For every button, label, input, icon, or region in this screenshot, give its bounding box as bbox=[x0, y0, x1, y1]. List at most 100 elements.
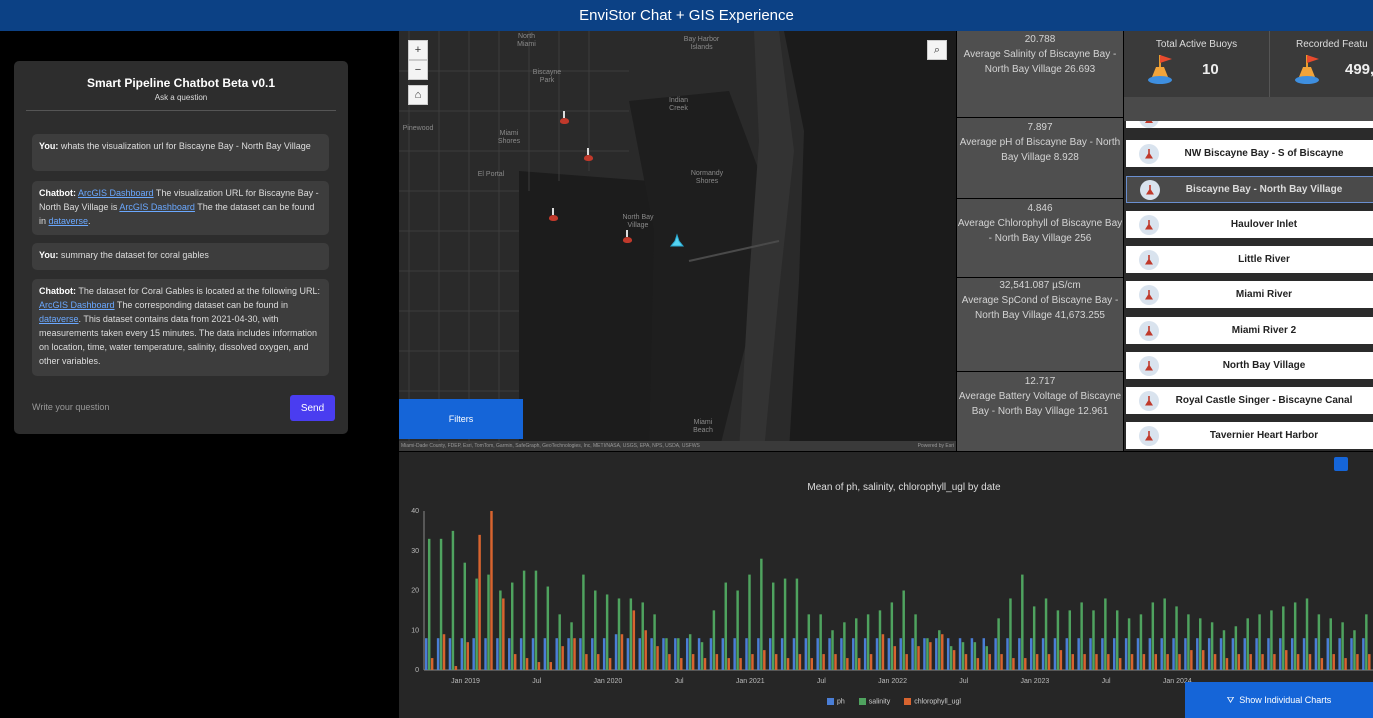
zoom-in-button[interactable]: + bbox=[408, 40, 428, 60]
ph-bar[interactable] bbox=[1243, 638, 1246, 670]
chlorophyll-bar[interactable] bbox=[1273, 654, 1276, 670]
chlorophyll-bar[interactable] bbox=[549, 662, 553, 670]
ph-bar[interactable] bbox=[626, 638, 630, 670]
chlorophyll-bar[interactable] bbox=[513, 654, 517, 670]
chlorophyll-bar[interactable] bbox=[1249, 654, 1252, 670]
ph-bar[interactable] bbox=[1172, 638, 1175, 670]
ph-bar[interactable] bbox=[1018, 638, 1021, 670]
legend-item-chlorophyll[interactable]: chlorophyll_ugl bbox=[904, 698, 961, 705]
chlorophyll-bar[interactable] bbox=[1083, 654, 1086, 670]
chlorophyll-bar[interactable] bbox=[1012, 658, 1015, 670]
selected-buoy-icon[interactable] bbox=[669, 233, 685, 249]
chlorophyll-bar[interactable] bbox=[656, 646, 659, 670]
salinity-bar[interactable] bbox=[1246, 618, 1249, 670]
salinity-bar[interactable] bbox=[522, 570, 526, 670]
ph-bar[interactable] bbox=[757, 638, 760, 670]
chlorophyll-bar[interactable] bbox=[1237, 654, 1241, 670]
send-button[interactable]: Send bbox=[290, 395, 335, 421]
salinity-bar[interactable] bbox=[451, 530, 455, 670]
chlorophyll-bar[interactable] bbox=[739, 658, 742, 670]
chlorophyll-bar[interactable] bbox=[703, 658, 707, 670]
chlorophyll-bar[interactable] bbox=[1118, 658, 1122, 670]
salinity-bar[interactable] bbox=[641, 602, 644, 670]
show-individual-charts-button[interactable]: ⛛ Show Individual Charts bbox=[1185, 682, 1373, 718]
salinity-bar[interactable] bbox=[1151, 602, 1155, 670]
chlorophyll-bar[interactable] bbox=[597, 654, 600, 670]
salinity-bar[interactable] bbox=[1282, 606, 1285, 670]
ph-bar[interactable] bbox=[650, 638, 653, 670]
ph-bar[interactable] bbox=[1219, 638, 1223, 670]
chlorophyll-bar[interactable] bbox=[608, 658, 612, 670]
home-icon[interactable]: ⌂ bbox=[408, 85, 428, 105]
ph-bar[interactable] bbox=[1041, 638, 1045, 670]
ph-bar[interactable] bbox=[531, 638, 535, 670]
ph-bar[interactable] bbox=[555, 638, 558, 670]
salinity-bar[interactable] bbox=[712, 610, 716, 670]
salinity-bar[interactable] bbox=[748, 574, 751, 670]
buoy-marker[interactable] bbox=[549, 208, 558, 221]
buoy-marker[interactable] bbox=[623, 230, 632, 243]
salinity-bar[interactable] bbox=[1258, 614, 1261, 670]
chlorophyll-bar[interactable] bbox=[537, 662, 541, 670]
chlorophyll-bar[interactable] bbox=[1332, 654, 1335, 670]
buoy-marker[interactable] bbox=[560, 111, 569, 124]
ph-bar[interactable] bbox=[721, 638, 725, 670]
salinity-bar[interactable] bbox=[771, 582, 775, 670]
ph-bar[interactable] bbox=[1006, 638, 1009, 670]
salinity-bar[interactable] bbox=[570, 622, 573, 670]
ph-bar[interactable] bbox=[448, 638, 452, 670]
station-list-item-selected[interactable]: Biscayne Bay - North Bay Village bbox=[1126, 176, 1373, 203]
search-icon[interactable]: ⌕ bbox=[927, 40, 947, 60]
salinity-bar[interactable] bbox=[949, 646, 953, 670]
ph-bar[interactable] bbox=[1326, 638, 1330, 670]
salinity-bar[interactable] bbox=[866, 614, 870, 670]
station-list-item[interactable]: Haulover Inlet bbox=[1126, 211, 1373, 238]
chlorophyll-bar[interactable] bbox=[822, 654, 825, 670]
ph-bar[interactable] bbox=[1302, 638, 1306, 670]
salinity-bar[interactable] bbox=[855, 618, 858, 670]
chlorophyll-bar[interactable] bbox=[1178, 654, 1181, 670]
ph-bar[interactable] bbox=[1314, 638, 1318, 670]
ph-bar[interactable] bbox=[460, 638, 464, 670]
ph-bar[interactable] bbox=[614, 634, 618, 670]
chlorophyll-bar[interactable] bbox=[905, 654, 908, 670]
arcgis-dashboard-link[interactable]: ArcGIS Dashboard bbox=[78, 188, 154, 198]
salinity-bar[interactable] bbox=[1139, 614, 1143, 670]
salinity-bar[interactable] bbox=[594, 590, 597, 671]
salinity-bar[interactable] bbox=[1187, 614, 1190, 670]
station-list-item[interactable]: Miami River bbox=[1126, 281, 1373, 308]
chlorophyll-bar[interactable] bbox=[988, 654, 991, 670]
salinity-bar[interactable] bbox=[926, 638, 929, 670]
station-list-item[interactable] bbox=[1126, 121, 1373, 128]
salinity-bar[interactable] bbox=[807, 614, 811, 670]
chlorophyll-bar[interactable] bbox=[1047, 654, 1051, 670]
chlorophyll-bar[interactable] bbox=[1190, 650, 1193, 670]
chlorophyll-bar[interactable] bbox=[1071, 654, 1074, 670]
chlorophyll-bar[interactable] bbox=[1368, 654, 1371, 670]
ph-bar[interactable] bbox=[982, 638, 986, 670]
chlorophyll-bar[interactable] bbox=[798, 654, 802, 670]
ph-bar[interactable] bbox=[875, 638, 879, 670]
chlorophyll-bar[interactable] bbox=[1344, 658, 1347, 670]
ph-bar[interactable] bbox=[1184, 638, 1187, 670]
chlorophyll-bar[interactable] bbox=[917, 646, 920, 670]
ph-bar[interactable] bbox=[709, 638, 713, 670]
chlorophyll-bar[interactable] bbox=[442, 634, 446, 670]
chlorophyll-bar[interactable] bbox=[846, 658, 849, 670]
chlorophyll-bar[interactable] bbox=[1154, 654, 1158, 670]
ph-bar[interactable] bbox=[1196, 638, 1199, 670]
chlorophyll-bar[interactable] bbox=[1095, 654, 1098, 670]
salinity-bar[interactable] bbox=[653, 614, 656, 670]
chlorophyll-bar[interactable] bbox=[1000, 654, 1003, 670]
salinity-bar[interactable] bbox=[1068, 610, 1072, 670]
chlorophyll-bar[interactable] bbox=[869, 654, 873, 670]
salinity-bar[interactable] bbox=[665, 638, 668, 670]
chlorophyll-bar[interactable] bbox=[454, 666, 458, 670]
ph-bar[interactable] bbox=[602, 638, 606, 670]
arcgis-dashboard-link[interactable]: ArcGIS Dashboard bbox=[39, 300, 115, 310]
ph-bar[interactable] bbox=[780, 638, 784, 670]
ph-bar[interactable] bbox=[1124, 638, 1128, 670]
chlorophyll-bar[interactable] bbox=[1024, 658, 1027, 670]
chlorophyll-bar[interactable] bbox=[1035, 654, 1039, 670]
chlorophyll-bar[interactable] bbox=[893, 646, 897, 670]
